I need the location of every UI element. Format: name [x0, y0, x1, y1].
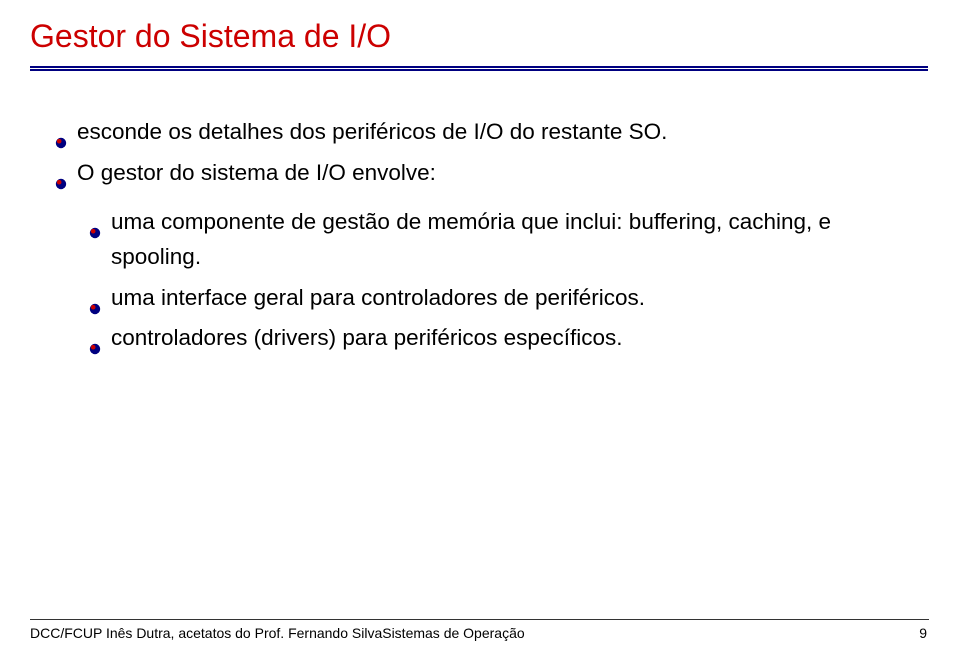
bullet-icon	[55, 166, 67, 178]
bullet-level1: esconde os detalhes dos periféricos de I…	[55, 115, 919, 150]
bullet-icon	[89, 291, 101, 303]
slide-content: esconde os detalhes dos periféricos de I…	[55, 115, 919, 362]
page-number: 9	[919, 625, 927, 641]
slide-title: Gestor do Sistema de I/O	[30, 18, 391, 55]
bullet-level2: uma componente de gestão de memória que …	[89, 205, 919, 275]
bullet-level2: uma interface geral para controladores d…	[89, 281, 919, 316]
bullet-icon	[55, 125, 67, 137]
footer-left: DCC/FCUP Inês Dutra, acetatos do Prof. F…	[30, 625, 525, 641]
bullet-level1: O gestor do sistema de I/O envolve:	[55, 156, 919, 191]
sub-bullets: uma componente de gestão de memória que …	[55, 205, 919, 357]
bullet-text: esconde os detalhes dos periféricos de I…	[77, 115, 919, 150]
title-rule-top	[30, 66, 928, 68]
footer-rule	[30, 619, 929, 620]
bullet-icon	[89, 331, 101, 343]
bullet-text: uma componente de gestão de memória que …	[111, 205, 919, 275]
bullet-text: controladores (drivers) para periféricos…	[111, 321, 919, 356]
slide-footer: DCC/FCUP Inês Dutra, acetatos do Prof. F…	[30, 625, 927, 641]
title-rule-bottom	[30, 69, 928, 71]
bullet-level2: controladores (drivers) para periféricos…	[89, 321, 919, 356]
bullet-text: O gestor do sistema de I/O envolve:	[77, 156, 919, 191]
bullet-text: uma interface geral para controladores d…	[111, 281, 919, 316]
bullet-icon	[89, 215, 101, 227]
